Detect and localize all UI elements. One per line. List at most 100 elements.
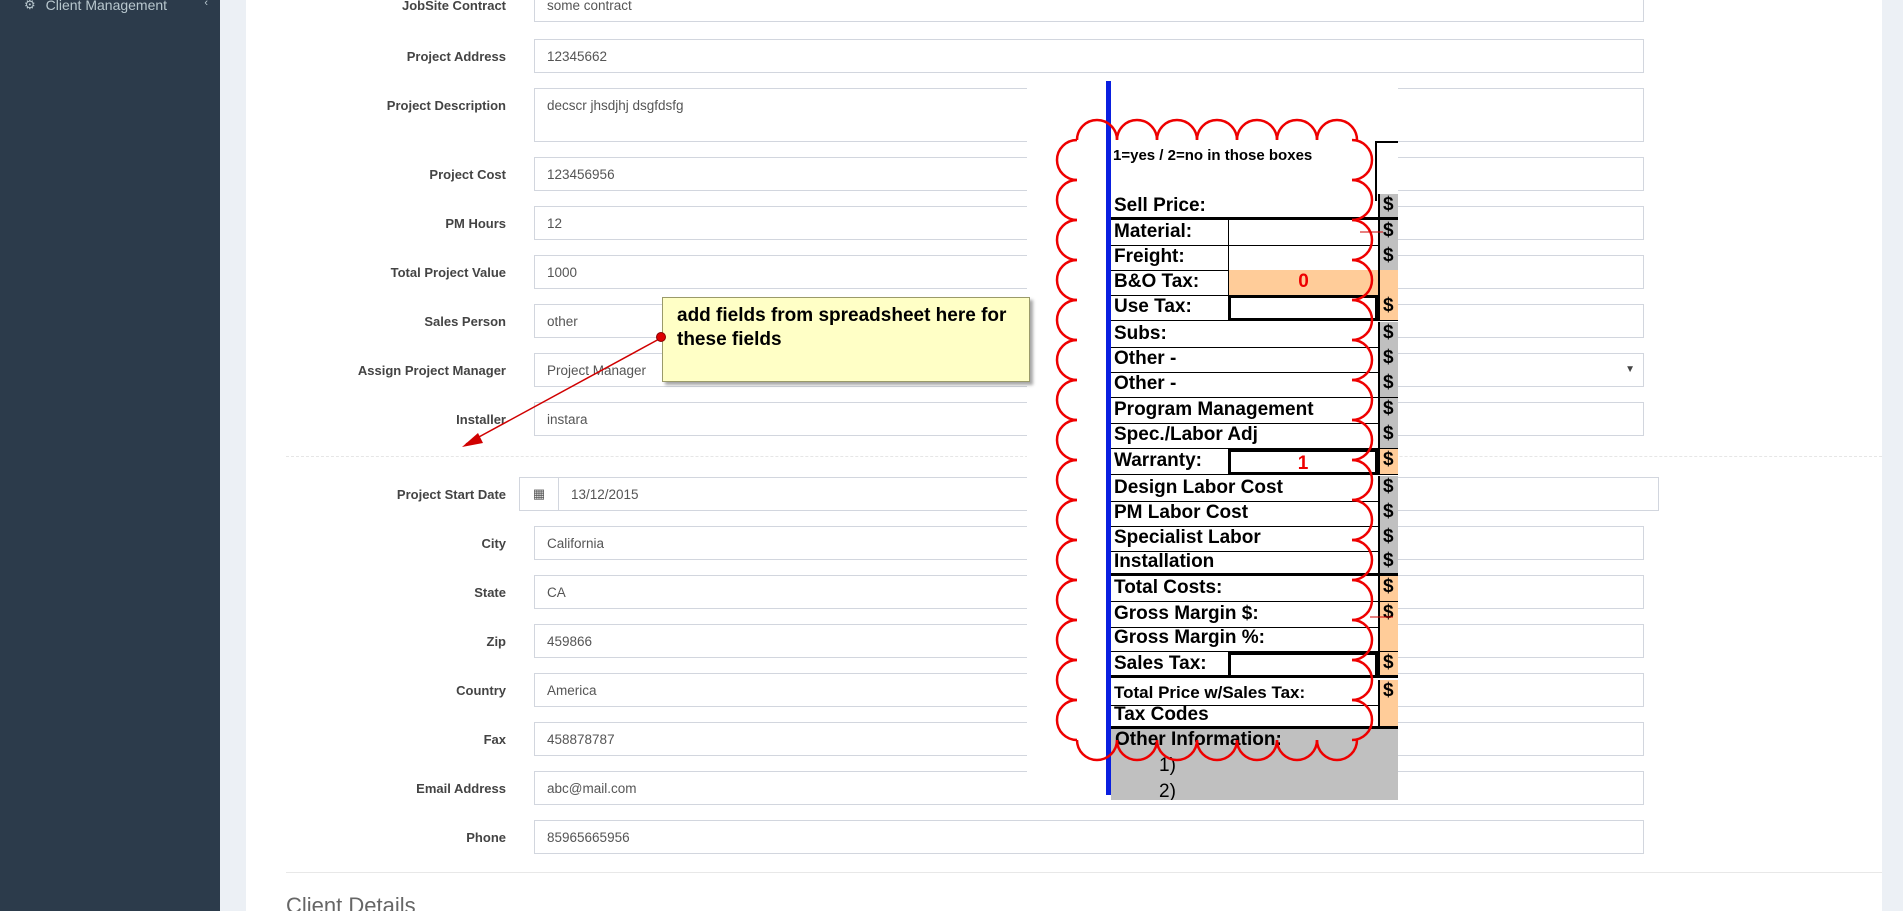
project-cost-label: Project Cost	[429, 167, 506, 182]
total-project-value-label: Total Project Value	[390, 265, 506, 280]
sidebar-item-client-management[interactable]: ⚙ Client Management ‹	[24, 0, 208, 16]
jobsite-contract-row: JobSite Contract some contract	[246, 0, 1882, 24]
annotation-note: add fields from spreadsheet here for the…	[662, 297, 1030, 382]
spreadsheet-corner	[1375, 141, 1398, 201]
other-information-label: Other Information:	[1115, 729, 1282, 750]
section-divider	[286, 872, 1882, 873]
spreadsheet-row-label: Other -	[1114, 373, 1177, 394]
spreadsheet-dollar-cell: $	[1378, 347, 1398, 373]
other-line: 1)	[1159, 755, 1176, 776]
spreadsheet-dollar-cell	[1378, 626, 1398, 652]
jobsite-contract-input[interactable]: some contract	[534, 0, 1644, 22]
spreadsheet-row-label: Total Price w/Sales Tax:	[1114, 683, 1306, 702]
spreadsheet-row: Spec./Labor Adj $	[1111, 423, 1398, 449]
spreadsheet-row-label: Spec./Labor Adj	[1114, 424, 1258, 445]
caret-down-icon: ▼	[1625, 364, 1635, 375]
spreadsheet-row-label: Other -	[1114, 348, 1177, 369]
project-start-date-label: Project Start Date	[396, 487, 506, 502]
spreadsheet-overlay: 1=yes / 2=no in those boxes Sell Price: $…	[1027, 81, 1398, 800]
state-label: State	[474, 585, 506, 600]
spreadsheet-dollar-cell: $	[1378, 449, 1398, 475]
spreadsheet-row-label: Freight:	[1114, 246, 1185, 267]
spreadsheet-input-cell[interactable]	[1228, 245, 1378, 271]
spreadsheet-dollar-cell: $	[1378, 501, 1398, 527]
spreadsheet-row-label: Sell Price:	[1114, 195, 1206, 216]
spreadsheet-input-cell[interactable]: 1	[1228, 449, 1378, 475]
assign-project-manager-value: Project Manager	[547, 363, 647, 378]
email-label: Email Address	[416, 781, 506, 796]
spreadsheet-row-label: Design Labor Cost	[1114, 477, 1283, 498]
spreadsheet-cell-value: 0	[1298, 271, 1309, 292]
spreadsheet-row: Tax Codes	[1111, 703, 1398, 729]
spreadsheet-dollar-cell: $	[1378, 576, 1398, 602]
spreadsheet-row-label: Specialist Labor	[1114, 527, 1261, 548]
spreadsheet-row-label: PM Labor Cost	[1114, 502, 1249, 523]
spreadsheet-row-label: Tax Codes	[1114, 704, 1209, 725]
phone-input[interactable]: 85965665956	[534, 820, 1644, 854]
spreadsheet-row: Freight: $	[1111, 245, 1398, 271]
city-label: City	[481, 536, 506, 551]
spreadsheet-row: Total Costs: $	[1111, 576, 1398, 602]
spreadsheet-row-label: Total Costs:	[1114, 577, 1223, 598]
sales-person-label: Sales Person	[424, 314, 506, 329]
spreadsheet-row: Gross Margin %:	[1111, 626, 1398, 652]
phone-row: Phone 85965665956	[246, 820, 1882, 856]
spreadsheet-dollar-cell: $	[1378, 322, 1398, 348]
spreadsheet-row-label: Installation	[1114, 551, 1215, 572]
project-description-label: Project Description	[386, 98, 506, 113]
users-icon: ⚙	[24, 0, 36, 12]
spreadsheet-dollar-cell: $	[1378, 398, 1398, 424]
spreadsheet-row-label: Sales Tax:	[1114, 653, 1207, 674]
spreadsheet-input-cell[interactable]: 0	[1228, 270, 1378, 296]
spreadsheet-row: Other - $	[1111, 372, 1398, 398]
chevron-left-icon: ‹	[204, 0, 208, 9]
assign-project-manager-label: Assign Project Manager	[357, 363, 506, 378]
spreadsheet-row-label: B&O Tax:	[1114, 271, 1200, 292]
spreadsheet-row: B&O Tax: 0	[1111, 270, 1398, 296]
spreadsheet-row: Material: $	[1111, 220, 1398, 246]
project-address-row: Project Address 12345662	[246, 39, 1882, 75]
spreadsheet-row-label: Program Management	[1114, 399, 1314, 420]
spreadsheet-row-label: Subs:	[1114, 323, 1167, 344]
spreadsheet-row: Gross Margin $: $	[1111, 602, 1398, 628]
spreadsheet-input-cell[interactable]	[1228, 220, 1378, 246]
other-line: 2)	[1159, 781, 1176, 800]
spreadsheet-row-border	[1111, 320, 1398, 321]
spreadsheet-dollar-cell: $	[1378, 245, 1398, 271]
sidebar-item-label: Client Management	[45, 0, 168, 13]
spreadsheet-row: Use Tax: $	[1111, 295, 1398, 321]
spreadsheet-dollar-cell: $	[1378, 295, 1398, 321]
spreadsheet-row-label: Material:	[1114, 221, 1193, 242]
spreadsheet-row: Subs: $	[1111, 322, 1398, 348]
spreadsheet-dollar-cell	[1378, 270, 1398, 296]
spreadsheet-dollar-cell: $	[1378, 372, 1398, 398]
jobsite-contract-label: JobSite Contract	[401, 0, 506, 13]
spreadsheet-row: Installation $	[1111, 550, 1398, 576]
client-details-heading: Client Details	[286, 893, 416, 911]
spreadsheet-dollar-cell: $	[1378, 476, 1398, 502]
spreadsheet-dollar-cell: $	[1378, 423, 1398, 449]
country-label: Country	[456, 683, 506, 698]
spreadsheet-row: PM Labor Cost $	[1111, 501, 1398, 527]
sidebar: ⚙ Client Management ‹	[0, 0, 220, 911]
spreadsheet-input-cell[interactable]	[1228, 295, 1378, 321]
fax-label: Fax	[483, 732, 506, 747]
spreadsheet-row: Sales Tax: $	[1111, 652, 1398, 678]
spreadsheet-header-note: 1=yes / 2=no in those boxes	[1113, 147, 1313, 164]
installer-label: Installer	[456, 412, 506, 427]
calendar-icon[interactable]: ▦	[519, 477, 559, 511]
pm-hours-label: PM Hours	[445, 216, 506, 231]
spreadsheet-row: Sell Price: $	[1111, 194, 1398, 220]
spreadsheet-row-label: Gross Margin $:	[1114, 603, 1259, 624]
spreadsheet-row-label: Gross Margin %:	[1114, 627, 1265, 648]
spreadsheet-row-label: Warranty:	[1114, 450, 1202, 471]
spreadsheet-row-border	[1111, 675, 1398, 678]
spreadsheet-dollar-cell: $	[1378, 220, 1398, 246]
spreadsheet-cell-value: 1	[1297, 453, 1309, 474]
zip-label: Zip	[486, 634, 507, 649]
spreadsheet-row: Warranty: 1 $	[1111, 449, 1398, 475]
project-address-input[interactable]: 12345662	[534, 39, 1644, 73]
spreadsheet-row: Design Labor Cost $	[1111, 476, 1398, 502]
spreadsheet-row: Program Management $	[1111, 398, 1398, 424]
spreadsheet-row-border	[1111, 474, 1398, 475]
